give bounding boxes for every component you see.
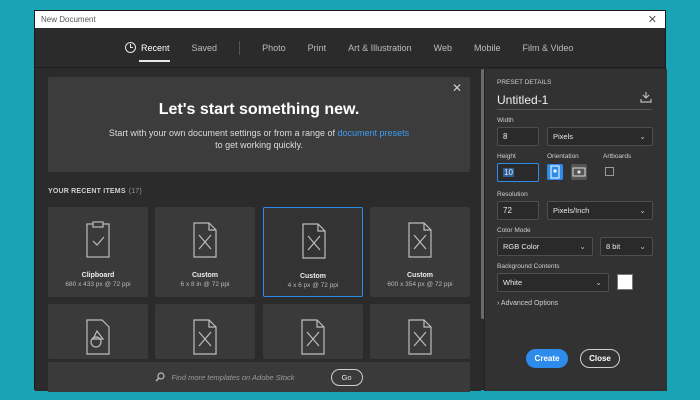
recent-item-card[interactable]	[155, 304, 255, 359]
orientation-label: Orientation	[547, 153, 579, 160]
window-close-icon[interactable]: ✕	[648, 13, 657, 26]
close-icon[interactable]: ✕	[452, 81, 462, 95]
chevron-down-icon: ⌄	[639, 206, 646, 215]
welcome-banner: ✕ Let's start something new. Start with …	[48, 77, 470, 172]
chevron-right-icon: ›	[497, 300, 500, 307]
height-label: Height	[497, 153, 516, 160]
color-mode-select[interactable]: RGB Color ⌄	[497, 237, 593, 256]
recent-item-card[interactable]: Custom 6 x 8 in @ 72 ppi	[155, 207, 255, 297]
category-tabs: Recent Saved Photo Print Art & Illustrat…	[35, 28, 665, 68]
new-document-dialog: New Document ✕ Recent Saved Photo Print …	[34, 10, 667, 392]
recent-item-card[interactable]: Clipboard 680 x 433 px @ 72 ppi	[48, 207, 148, 297]
artboards-label: Artboards	[603, 153, 632, 160]
background-contents-label: Background Contents	[497, 263, 560, 270]
search-icon	[155, 372, 166, 382]
close-button[interactable]: Close	[580, 349, 620, 368]
tab-art-illustration[interactable]: Art & Illustration	[348, 28, 412, 68]
clipboard-icon	[86, 221, 110, 258]
stock-search-input[interactable]: Find more templates on Adobe Stock	[171, 373, 294, 382]
width-label: Width	[497, 117, 514, 124]
chevron-down-icon: ⌄	[595, 278, 602, 287]
recent-item-card[interactable]: Custom 600 x 354 px @ 72 ppi	[370, 207, 470, 297]
document-brush-icon	[301, 319, 325, 355]
shapes-document-icon	[86, 319, 110, 355]
artboards-checkbox[interactable]	[605, 167, 614, 176]
chevron-down-icon: ⌄	[579, 242, 586, 251]
resolution-unit-select[interactable]: Pixels/Inch ⌄	[547, 201, 653, 220]
tab-photo[interactable]: Photo	[262, 28, 286, 68]
tab-recent[interactable]: Recent	[125, 28, 170, 68]
chevron-down-icon: ⌄	[639, 242, 646, 251]
landscape-icon	[572, 167, 586, 177]
document-brush-icon	[408, 319, 432, 355]
height-input[interactable]: 10	[497, 163, 539, 182]
bit-depth-select[interactable]: 8 bit ⌄	[600, 237, 653, 256]
create-button[interactable]: Create	[526, 349, 568, 368]
document-brush-icon	[408, 222, 432, 258]
left-panel: ✕ Let's start something new. Start with …	[35, 69, 481, 392]
width-unit-select[interactable]: Pixels ⌄	[547, 127, 653, 146]
tab-print[interactable]: Print	[308, 28, 327, 68]
document-brush-icon	[193, 319, 217, 355]
clock-icon	[125, 42, 136, 53]
portrait-orientation-button[interactable]	[547, 164, 563, 180]
document-name-field[interactable]: Untitled-1	[497, 93, 548, 107]
background-color-swatch[interactable]	[617, 274, 633, 290]
preset-details-panel: PRESET DETAILS Untitled-1 Width 8 Pixels…	[484, 69, 667, 391]
resolution-input[interactable]: 72	[497, 201, 539, 220]
recent-item-card-selected[interactable]: Custom 4 x 6 px @ 72 ppi	[263, 207, 363, 297]
tab-mobile[interactable]: Mobile	[474, 28, 501, 68]
document-brush-icon	[302, 223, 326, 259]
landscape-orientation-button[interactable]	[571, 164, 587, 180]
recent-item-card[interactable]	[370, 304, 470, 359]
welcome-title: Let's start something new.	[158, 101, 360, 118]
color-mode-label: Color Mode	[497, 227, 531, 234]
advanced-options-toggle[interactable]: › Advanced Options	[497, 300, 558, 307]
recent-item-card[interactable]	[48, 304, 148, 359]
tab-web[interactable]: Web	[434, 28, 452, 68]
tab-film-video[interactable]: Film & Video	[523, 28, 574, 68]
resolution-label: Resolution	[497, 191, 528, 198]
portrait-icon	[550, 165, 560, 179]
chevron-down-icon: ⌄	[639, 132, 646, 141]
recent-item-card[interactable]	[263, 304, 363, 359]
document-brush-icon	[193, 222, 217, 258]
save-preset-icon[interactable]	[640, 91, 652, 103]
go-button[interactable]: Go	[330, 368, 363, 386]
background-contents-select[interactable]: White ⌄	[497, 273, 609, 292]
window-title: New Document	[41, 15, 96, 24]
preset-details-label: PRESET DETAILS	[497, 79, 552, 86]
name-underline	[497, 109, 652, 110]
tab-divider	[239, 40, 241, 55]
recent-count: (17)	[128, 188, 142, 195]
welcome-text: Start with your own document settings or…	[108, 128, 410, 150]
recent-items-header: YOUR RECENT ITEMS (17)	[48, 188, 142, 195]
tab-saved[interactable]: Saved	[192, 28, 218, 68]
adobe-stock-search-bar: Find more templates on Adobe Stock Go	[48, 362, 470, 392]
title-bar: New Document ✕	[35, 11, 665, 28]
document-presets-link[interactable]: document presets	[338, 128, 410, 138]
width-input[interactable]: 8	[497, 127, 539, 146]
